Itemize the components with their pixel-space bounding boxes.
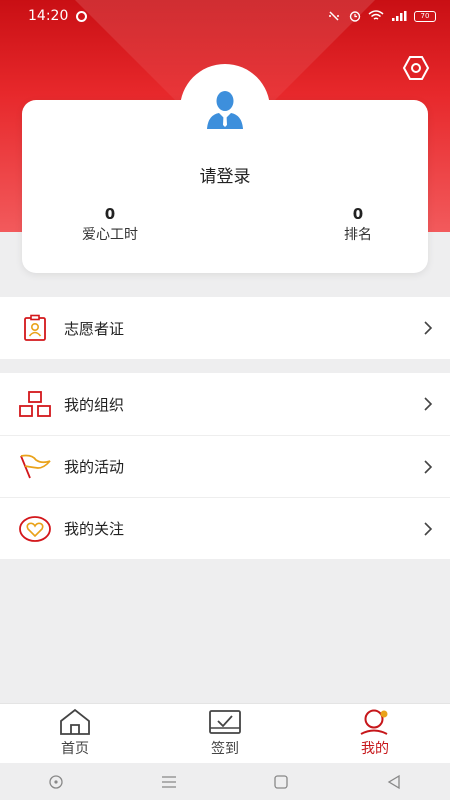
notification-icon — [76, 10, 88, 22]
rank-value: 0 — [352, 205, 364, 223]
id-card-icon — [18, 313, 52, 343]
back-button-icon[interactable] — [386, 774, 402, 790]
status-bar: 14:20 70 — [0, 0, 450, 32]
volunteer-hours-label: 爱心工时 — [82, 227, 138, 243]
menu-button-icon[interactable] — [161, 775, 177, 789]
chevron-right-icon — [424, 459, 433, 474]
chevron-right-icon — [424, 521, 433, 536]
alarm-icon — [349, 11, 361, 22]
settings-button[interactable] — [402, 54, 430, 82]
wifi-icon — [368, 10, 384, 20]
home-icon — [60, 708, 90, 735]
bottom-tab-bar: 首页 签到 我的 — [0, 703, 450, 763]
user-silhouette-icon — [207, 91, 243, 129]
profile-icon — [360, 709, 388, 735]
personal-menu-group: 我的组织 我的活动 我的关注 — [0, 373, 450, 559]
my-follows-label: 我的关注 — [64, 520, 125, 538]
tab-check-in-label: 签到 — [211, 741, 239, 757]
my-activities-row[interactable]: 我的活动 — [0, 435, 450, 497]
flag-icon — [18, 452, 52, 482]
volunteer-hours-stat[interactable]: 0 爱心工时 — [70, 204, 150, 246]
rank-label: 排名 — [344, 227, 372, 243]
my-follows-row[interactable]: 我的关注 — [0, 497, 450, 559]
battery-icon: 70 — [414, 10, 436, 22]
tab-mine-label: 我的 — [361, 741, 389, 757]
certificate-group: 志愿者证 — [0, 297, 450, 359]
vibrate-icon — [329, 11, 339, 21]
volunteer-certificate-label: 志愿者证 — [64, 319, 125, 338]
tab-check-in[interactable]: 签到 — [150, 704, 300, 763]
tab-mine[interactable]: 我的 — [300, 704, 450, 763]
login-prompt[interactable]: 请登录 — [22, 162, 428, 187]
system-nav-bar — [0, 763, 450, 800]
my-organization-row[interactable]: 我的组织 — [0, 373, 450, 435]
my-activities-label: 我的活动 — [64, 458, 125, 476]
chevron-right-icon — [424, 321, 433, 335]
check-in-icon — [209, 710, 241, 734]
assistant-button-icon[interactable] — [48, 774, 64, 790]
settings-hex-icon — [402, 56, 430, 80]
my-organization-label: 我的组织 — [64, 395, 125, 414]
chevron-right-icon — [424, 397, 433, 411]
heart-icon — [18, 514, 52, 544]
avatar[interactable] — [180, 64, 270, 154]
status-time: 14:20 — [28, 8, 69, 24]
volunteer-certificate-row[interactable]: 志愿者证 — [0, 297, 450, 359]
organization-icon — [18, 389, 52, 419]
tab-home[interactable]: 首页 — [0, 704, 150, 763]
home-button-icon[interactable] — [273, 774, 289, 790]
volunteer-hours-value: 0 — [104, 205, 116, 223]
rank-stat[interactable]: 0 排名 — [318, 204, 398, 246]
tab-home-label: 首页 — [61, 741, 89, 757]
signal-icon — [392, 11, 407, 21]
